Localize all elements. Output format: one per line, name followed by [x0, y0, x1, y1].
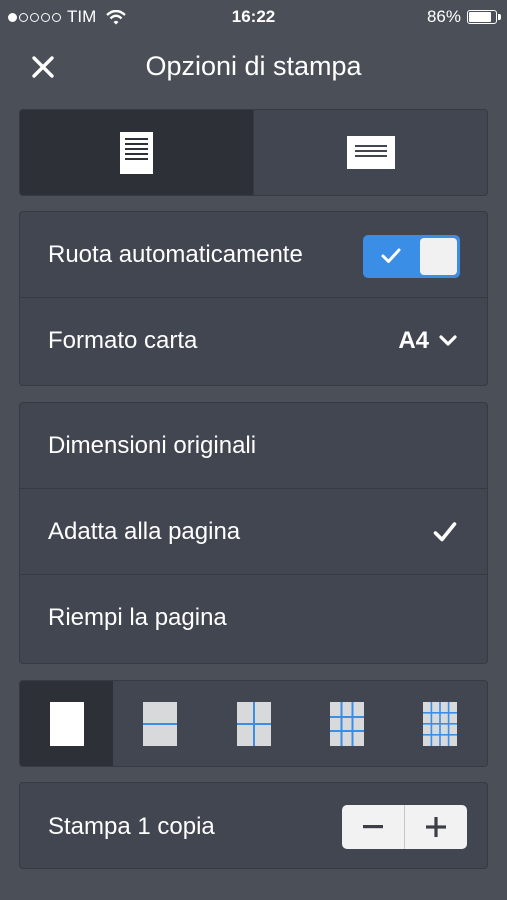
scaling-option-label: Riempi la pagina	[48, 604, 227, 631]
paper-format-value: A4	[398, 327, 429, 354]
tile-option-2[interactable]	[113, 681, 206, 766]
scaling-option-fit[interactable]: Adatta alla pagina	[20, 489, 487, 575]
copies-stepper[interactable]	[342, 805, 467, 849]
tile-option-4[interactable]	[207, 681, 300, 766]
auto-rotate-row: Ruota automaticamente	[20, 212, 487, 298]
scaling-option-original[interactable]: Dimensioni originali	[20, 403, 487, 489]
9-pages-icon	[329, 701, 364, 746]
increment-button[interactable]	[404, 805, 467, 849]
portrait-option[interactable]	[20, 110, 253, 195]
decrement-button[interactable]	[342, 805, 404, 849]
orientation-selector	[19, 109, 488, 196]
checkmark-icon	[381, 248, 401, 263]
toggle-knob	[420, 238, 457, 275]
1-page-icon	[49, 701, 84, 746]
tile-option-9[interactable]	[300, 681, 393, 766]
page-title: Opzioni di stampa	[145, 51, 362, 81]
scaling-option-label: Dimensioni originali	[48, 432, 257, 459]
minus-icon	[363, 825, 383, 829]
paper-format-select[interactable]: A4	[398, 298, 457, 384]
battery-group: 86%	[426, 7, 501, 27]
landscape-icon	[346, 136, 395, 169]
selected-checkmark-icon	[433, 522, 457, 542]
scaling-options-group: Dimensioni originali Adatta alla pagina …	[19, 402, 488, 664]
landscape-option[interactable]	[253, 110, 487, 195]
auto-rotate-toggle[interactable]	[363, 235, 460, 278]
plus-icon	[426, 817, 446, 837]
16-pages-icon	[423, 701, 458, 746]
auto-rotate-label: Ruota automaticamente	[48, 241, 303, 268]
scaling-option-fill[interactable]: Riempi la pagina	[20, 575, 487, 661]
battery-percent: 86%	[426, 7, 461, 26]
status-bar: TIM 16:22 86%	[0, 0, 507, 34]
4-pages-icon	[236, 701, 271, 746]
battery-icon	[467, 10, 501, 24]
tile-option-16[interactable]	[394, 681, 487, 766]
portrait-icon	[120, 131, 153, 174]
scaling-option-label: Adatta alla pagina	[48, 518, 241, 545]
copies-label: Stampa 1 copia	[48, 813, 215, 840]
2-pages-icon	[143, 701, 178, 746]
navigation-header: Opzioni di stampa	[0, 34, 507, 100]
print-settings-group: Ruota automaticamente Formato carta A4	[19, 211, 488, 386]
paper-format-row[interactable]: Formato carta A4	[20, 298, 487, 384]
copies-row: Stampa 1 copia	[19, 782, 488, 869]
pages-per-sheet-selector	[19, 680, 488, 767]
paper-format-label: Formato carta	[48, 327, 198, 354]
tile-option-1[interactable]	[20, 681, 114, 766]
chevron-down-icon	[439, 335, 457, 346]
